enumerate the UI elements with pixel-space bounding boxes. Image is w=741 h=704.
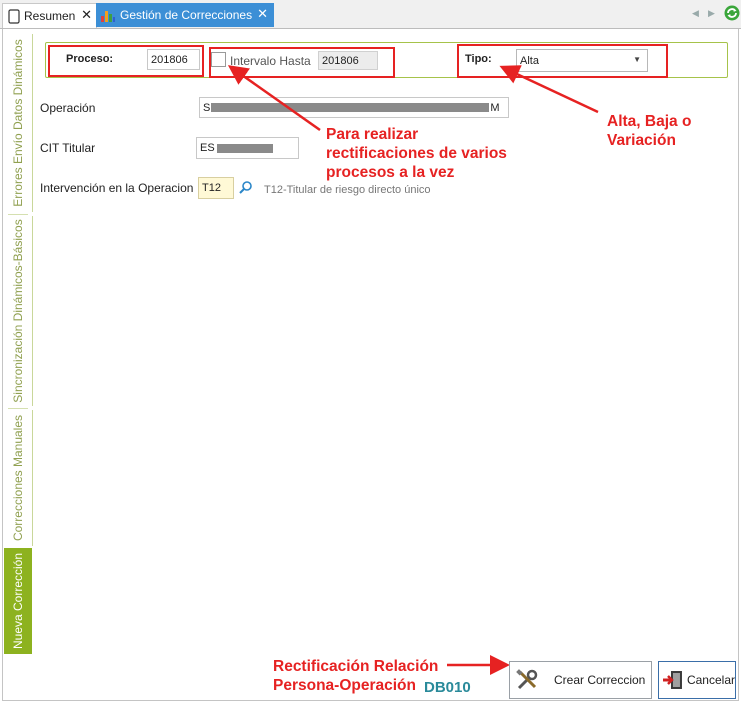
exit-door-icon — [662, 671, 682, 689]
redacted-block — [211, 103, 490, 112]
proceso-input[interactable]: 201806 — [147, 49, 200, 70]
annotation-line: Para realizar — [326, 126, 419, 143]
scroll-right-icon[interactable]: ▶ — [708, 8, 715, 19]
intervalo-label: Intervalo Hasta — [230, 54, 311, 68]
operacion-input[interactable]: S M — [199, 97, 509, 118]
annotation-line: procesos a la vez — [326, 164, 455, 181]
sidebar-item-label: Nueva Corrección — [11, 552, 25, 650]
divider — [8, 408, 28, 409]
operacion-prefix: S — [203, 101, 211, 114]
cit-prefix: ES — [200, 142, 215, 154]
annotation-crear: Rectificación Relación Persona-Operación — [273, 657, 438, 695]
intervencion-input[interactable]: T12 — [198, 177, 234, 199]
annotation-tipo: Alta, Baja o Variación — [607, 112, 691, 150]
cancelar-button[interactable]: Cancelar — [658, 661, 736, 699]
tab-resumen[interactable]: Resumen ✕ — [2, 3, 97, 28]
tipo-select[interactable]: Alta ▼ — [516, 49, 648, 72]
crear-correccion-label: Crear Correccion — [554, 673, 646, 687]
document-icon — [8, 8, 20, 24]
scroll-left-icon[interactable]: ◀ — [692, 8, 699, 19]
cit-label: CIT Titular — [40, 141, 96, 155]
tipo-selected-value: Alta — [520, 54, 539, 67]
intervalo-checkbox[interactable] — [211, 52, 226, 67]
intervencion-description: T12-Titular de riesgo directo único — [264, 184, 431, 196]
sidebar-item-correcciones-manuales[interactable]: Correcciones Manuales — [4, 410, 33, 546]
sidebar-item-label: Sincronización Dinámicos-Básicos — [11, 219, 25, 403]
code-badge: DB010 — [424, 679, 471, 696]
annotation-line: Variación — [607, 132, 676, 149]
tab-label: Gestión de Correcciones — [120, 8, 253, 22]
close-icon[interactable]: ✕ — [81, 7, 92, 23]
operacion-suffix: M — [490, 101, 500, 114]
sidebar-item-label: Correcciones Manuales — [11, 414, 25, 542]
operacion-label: Operación — [40, 101, 96, 115]
annotation-line: rectificaciones de varios — [326, 145, 507, 162]
crear-correccion-button[interactable]: Crear Correccion — [509, 661, 652, 699]
sidebar-item-nueva-correccion[interactable]: Nueva Corrección — [4, 548, 32, 654]
cancelar-label: Cancelar — [686, 673, 735, 687]
divider — [8, 214, 28, 215]
annotation-line: Alta, Baja o — [607, 113, 692, 130]
proceso-label: Proceso: — [66, 53, 114, 65]
intervencion-label: Intervención en la Operacion — [40, 181, 194, 195]
close-icon[interactable]: ✕ — [257, 6, 268, 22]
sidebar-item-sincronizacion[interactable]: Sincronización Dinámicos-Básicos — [4, 216, 33, 406]
redacted-block — [216, 143, 273, 153]
tipo-label: Tipo: — [465, 53, 492, 65]
tab-label: Resumen — [24, 9, 76, 23]
sidebar-item-errores-envio[interactable]: Errores Envío Datos Dinámicos — [4, 34, 33, 212]
tools-icon — [516, 669, 538, 690]
sidebar-item-label: Errores Envío Datos Dinámicos — [11, 39, 25, 207]
tab-bar: Resumen ✕ Gestión de Correcciones ✕ ◀ ▶ — [0, 0, 741, 29]
annotation-line: Rectificación Relación — [273, 658, 439, 675]
refresh-icon[interactable] — [724, 5, 740, 21]
search-icon[interactable] — [238, 180, 253, 195]
annotation-intervalo: Para realizar rectificaciones de varios … — [326, 125, 507, 182]
bar-chart-icon — [101, 10, 115, 22]
cit-input[interactable]: ES — [196, 137, 299, 159]
chevron-down-icon[interactable]: ▼ — [633, 55, 641, 64]
tab-gestion-correcciones[interactable]: Gestión de Correcciones ✕ — [96, 3, 274, 27]
intervalo-input[interactable]: 201806 — [318, 51, 378, 70]
annotation-line: Persona-Operación — [273, 677, 416, 694]
